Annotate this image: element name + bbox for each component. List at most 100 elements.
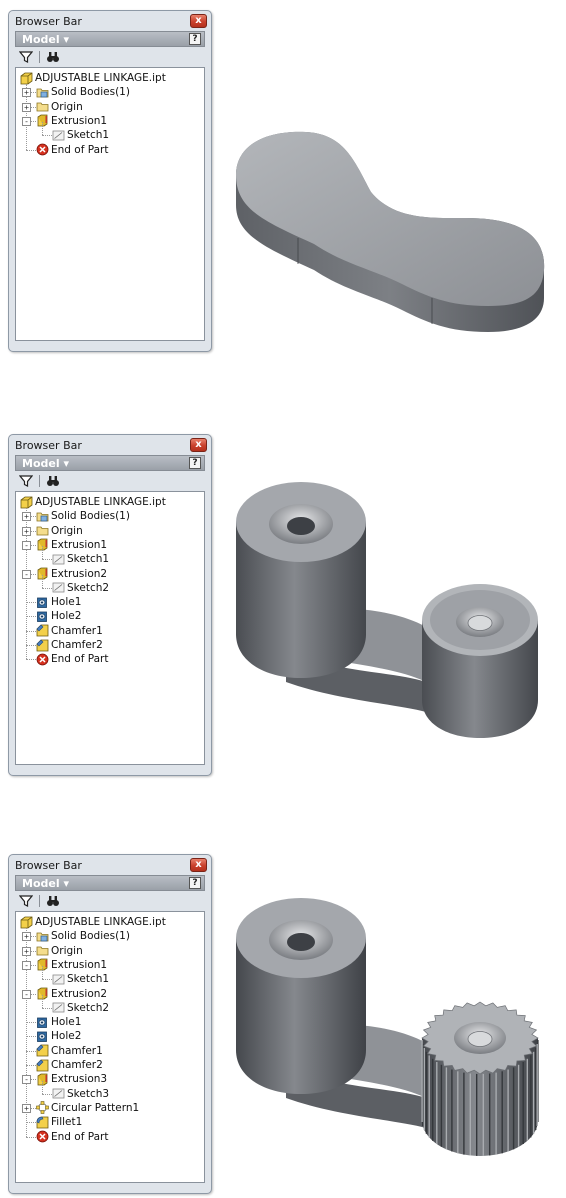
tree-item-label: Chamfer2 <box>51 1059 103 1071</box>
end-of-part-icon <box>36 143 49 156</box>
tree-item[interactable]: Hole2 <box>36 1029 81 1043</box>
tree-item[interactable]: Circular Pattern1 <box>36 1101 139 1115</box>
tree-item[interactable]: Extrusion1 <box>36 538 107 552</box>
tree-item[interactable]: Extrusion1 <box>36 958 107 972</box>
tree-item-label: Fillet1 <box>51 1116 83 1129</box>
model-dropdown[interactable]: Model ▾ ? <box>15 875 205 891</box>
tree-item-label: Extrusion3 <box>51 1073 108 1086</box>
tree-connector <box>42 979 52 981</box>
tree-item[interactable]: End of Part <box>36 652 108 666</box>
tree-item[interactable]: Solid Bodies(1) <box>36 509 130 523</box>
model-dropdown[interactable]: Model ▾ ? <box>15 455 205 471</box>
tree-item-label: Hole2 <box>51 1030 82 1043</box>
tree-item-label: Origin <box>51 100 83 113</box>
knurled-boss <box>421 1001 539 1156</box>
tree-item[interactable]: Origin <box>36 944 83 958</box>
collapse-toggle[interactable]: - <box>22 569 31 579</box>
tree-item[interactable]: Sketch3 <box>52 1087 109 1101</box>
tree-item[interactable]: Extrusion3 <box>36 1072 107 1086</box>
tree-item-label: Hole1 <box>51 1016 82 1029</box>
tree-item[interactable]: Sketch2 <box>52 1001 109 1015</box>
model-view-1[interactable] <box>226 120 566 370</box>
close-button[interactable]: x <box>190 14 207 28</box>
help-button[interactable]: ? <box>189 877 201 889</box>
expand-toggle[interactable]: + <box>22 1103 31 1113</box>
tree-item-label: End of Part <box>51 143 109 156</box>
tree-item[interactable]: Extrusion2 <box>36 987 107 1001</box>
solid-bodies-icon <box>36 510 49 523</box>
tree-connector <box>26 149 36 151</box>
tree-item-label: Origin <box>51 524 83 537</box>
tree-item-label: Origin <box>51 944 83 957</box>
tree-item[interactable]: Chamfer1 <box>36 624 103 638</box>
tree-connector <box>26 659 36 661</box>
tree-item[interactable]: Solid Bodies(1) <box>36 85 130 99</box>
tree-root[interactable]: ADJUSTABLE LINKAGE.ipt <box>20 71 166 85</box>
filter-icon[interactable] <box>19 894 33 908</box>
tree-item[interactable]: Extrusion2 <box>36 567 107 581</box>
expand-toggle[interactable]: + <box>22 946 31 956</box>
tree-item[interactable]: Origin <box>36 100 83 114</box>
help-button[interactable]: ? <box>189 33 201 45</box>
sketch-icon <box>52 1087 65 1100</box>
close-button[interactable]: x <box>190 438 207 452</box>
expand-toggle[interactable]: + <box>22 512 31 522</box>
expand-toggle[interactable]: + <box>22 526 31 536</box>
expand-toggle[interactable]: + <box>22 88 31 98</box>
tree-item[interactable]: Origin <box>36 524 83 538</box>
tree-item[interactable]: Sketch1 <box>52 972 109 986</box>
expand-toggle[interactable]: + <box>22 932 31 942</box>
tree-item-label: Sketch1 <box>67 129 110 142</box>
tree-item-label: Sketch2 <box>67 581 110 594</box>
tree-item[interactable]: Solid Bodies(1) <box>36 929 130 943</box>
tree-item[interactable]: Chamfer1 <box>36 1044 103 1058</box>
sketch-icon <box>52 581 65 594</box>
part-icon <box>20 72 33 85</box>
find-icon[interactable] <box>46 474 60 488</box>
tree-item[interactable]: End of Part <box>36 143 108 157</box>
hole-icon <box>36 1016 49 1029</box>
expand-toggle[interactable]: + <box>22 102 31 112</box>
sketch-icon <box>52 1001 65 1014</box>
browser-bar-panel-2: Browser Bar x Model ▾ ? ADJUSTABLE LINKA… <box>8 434 212 776</box>
model-label: Model ▾ <box>22 457 69 470</box>
end-of-part-icon <box>36 1130 49 1143</box>
tree-item[interactable]: Chamfer2 <box>36 638 103 652</box>
solid-bodies-icon <box>36 930 49 943</box>
fillet-icon <box>36 1116 49 1129</box>
toolbar-divider <box>39 475 40 487</box>
collapse-toggle[interactable]: - <box>22 989 31 999</box>
tree-item[interactable]: Hole2 <box>36 609 81 623</box>
tree-item[interactable]: End of Part <box>36 1130 108 1144</box>
filter-icon[interactable] <box>19 50 33 64</box>
model-view-2[interactable] <box>226 462 566 782</box>
tree-root[interactable]: ADJUSTABLE LINKAGE.ipt <box>20 915 166 929</box>
browser-toolbar <box>15 471 205 491</box>
find-icon[interactable] <box>46 894 60 908</box>
tree-item[interactable]: Hole1 <box>36 595 81 609</box>
tree-root[interactable]: ADJUSTABLE LINKAGE.ipt <box>20 495 166 509</box>
tree-item[interactable]: Hole1 <box>36 1015 81 1029</box>
collapse-toggle[interactable]: - <box>22 540 31 550</box>
collapse-toggle[interactable]: - <box>22 960 31 970</box>
tree-item[interactable]: Fillet1 <box>36 1115 82 1129</box>
close-button[interactable]: x <box>190 858 207 872</box>
tree-item-label: Hole1 <box>51 596 82 609</box>
collapse-toggle[interactable]: - <box>22 116 31 126</box>
help-button[interactable]: ? <box>189 457 201 469</box>
tree-item[interactable]: Sketch1 <box>52 552 109 566</box>
collapse-toggle[interactable]: - <box>22 1075 31 1085</box>
model-view-3[interactable] <box>226 878 566 1198</box>
tree-item[interactable]: Sketch1 <box>52 128 109 142</box>
tree-item[interactable]: Extrusion1 <box>36 114 107 128</box>
model-tree: ADJUSTABLE LINKAGE.ipt + Solid Bodies(1) + O… <box>15 67 205 341</box>
tree-connector <box>42 574 43 588</box>
linkage-body <box>236 898 426 1128</box>
solid-bodies-icon <box>36 86 49 99</box>
end-of-part-icon <box>36 653 49 666</box>
tree-item[interactable]: Chamfer2 <box>36 1058 103 1072</box>
filter-icon[interactable] <box>19 474 33 488</box>
tree-item[interactable]: Sketch2 <box>52 581 109 595</box>
find-icon[interactable] <box>46 50 60 64</box>
model-dropdown[interactable]: Model ▾ ? <box>15 31 205 47</box>
